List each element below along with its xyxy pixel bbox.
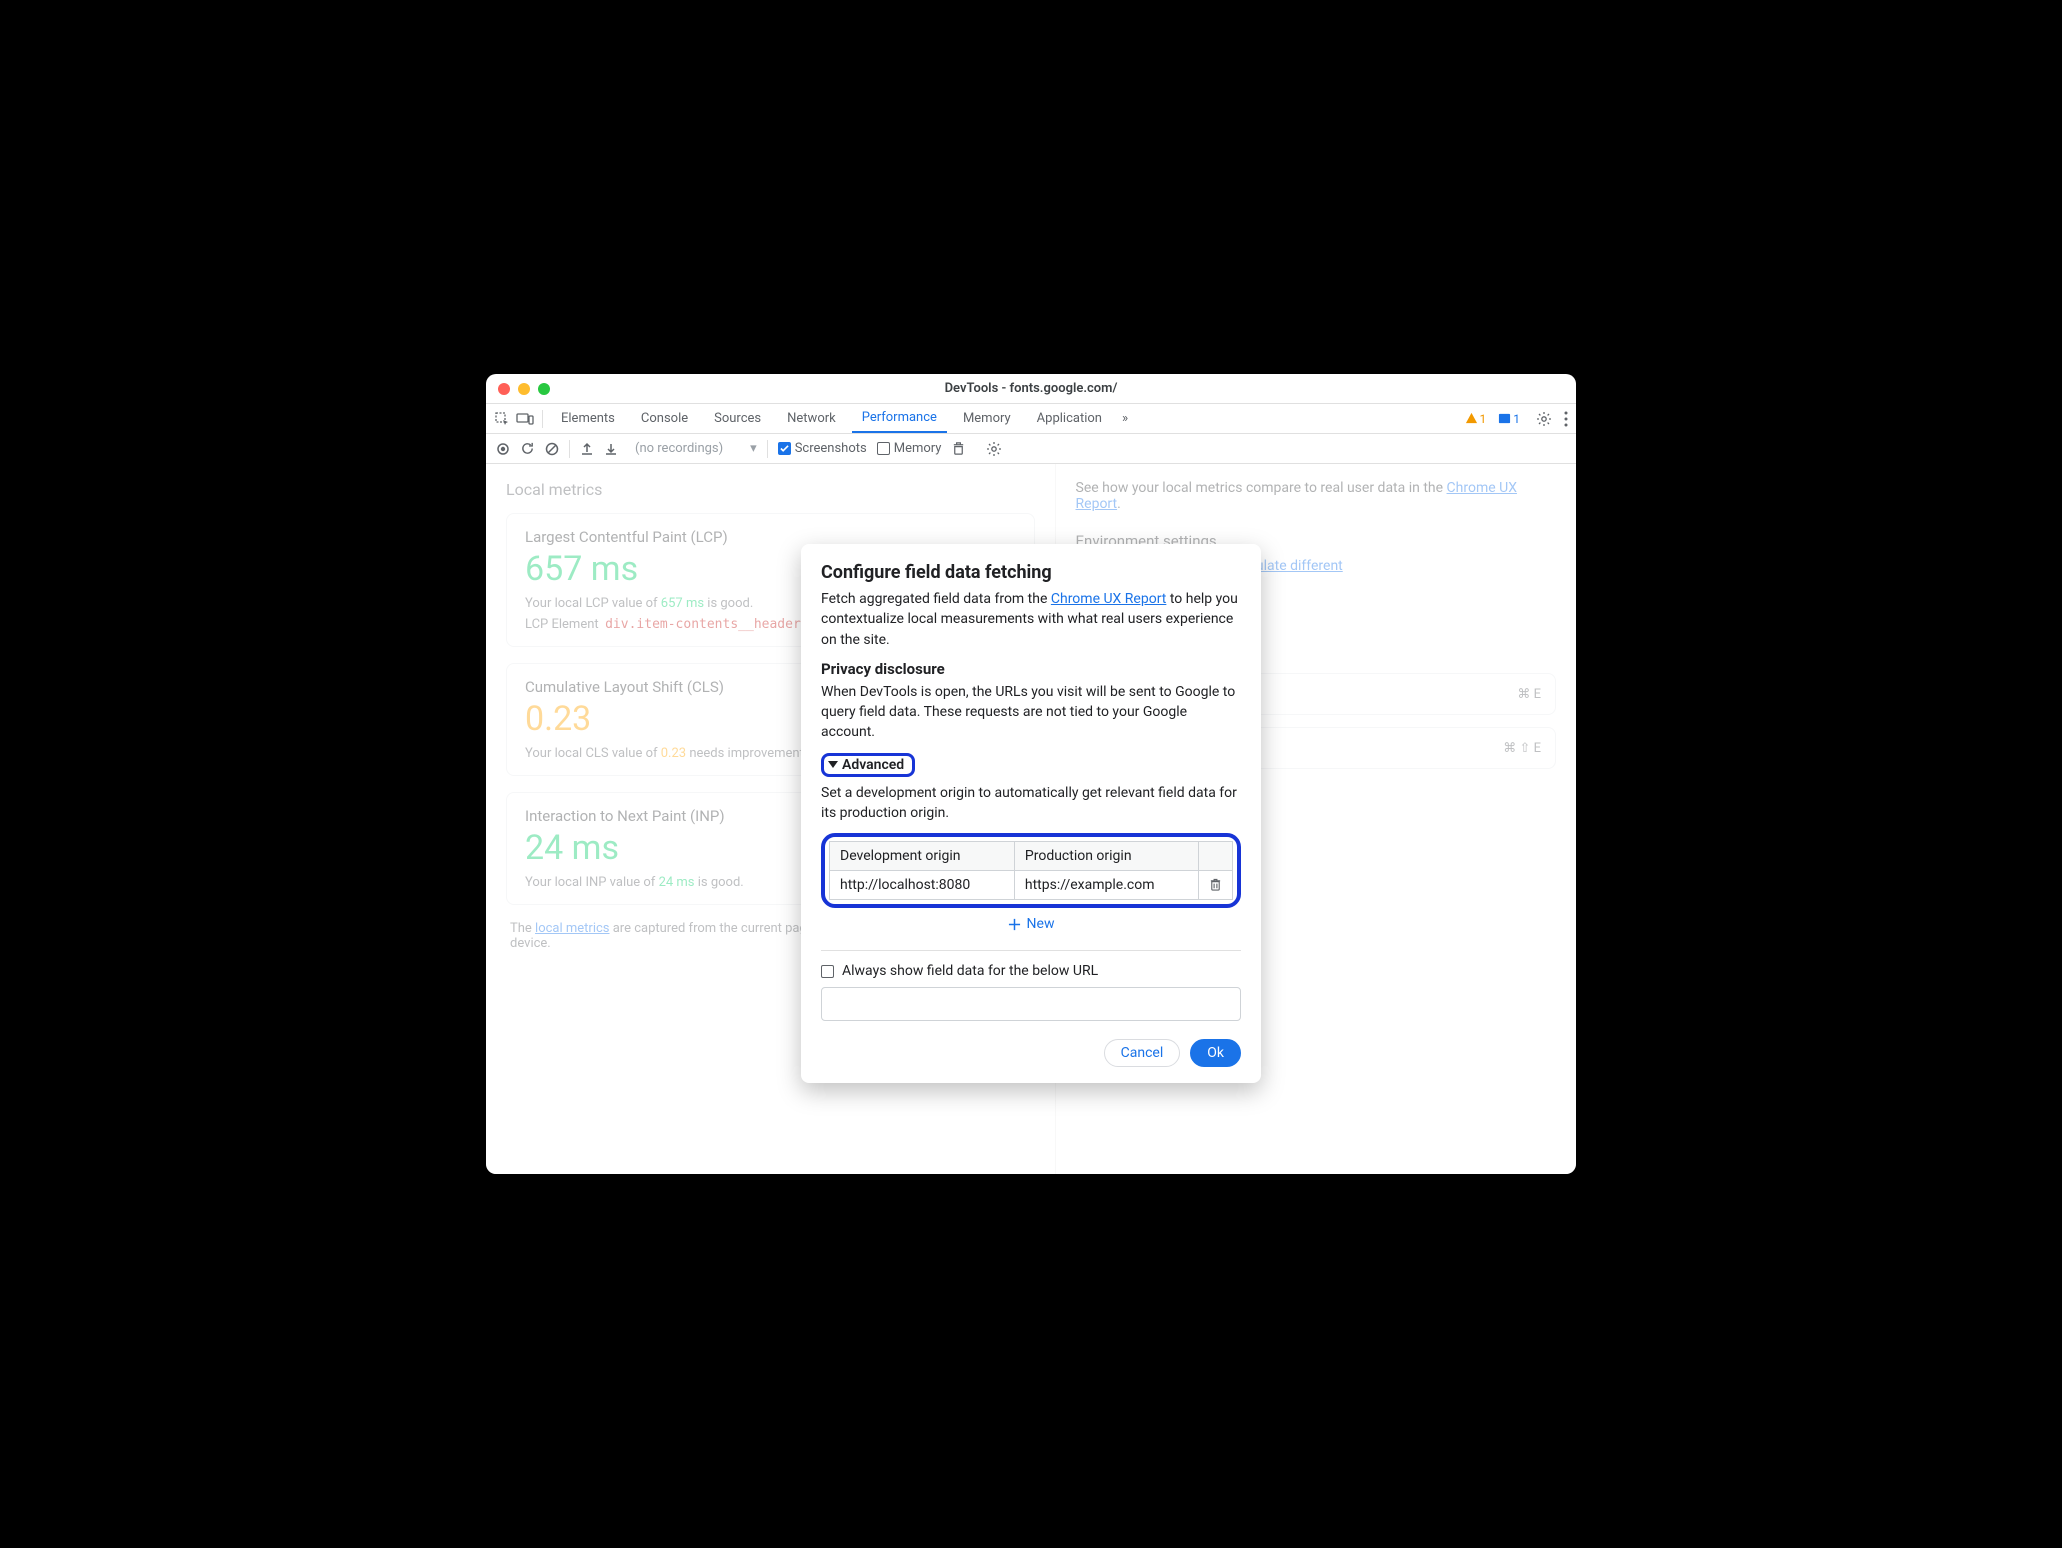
tab-performance[interactable]: Performance — [852, 404, 947, 433]
tab-console[interactable]: Console — [631, 404, 698, 433]
record-icon[interactable] — [496, 442, 510, 456]
dialog-actions: Cancel Ok — [821, 1039, 1241, 1067]
inspect-icon[interactable] — [494, 411, 510, 427]
kebab-icon[interactable] — [1564, 411, 1568, 427]
window-title: DevTools - fonts.google.com/ — [486, 381, 1576, 396]
table-row: http://localhost:8080 https://example.co… — [830, 871, 1233, 900]
modal-overlay: Configure field data fetching Fetch aggr… — [486, 464, 1576, 1174]
dev-origin-cell[interactable]: http://localhost:8080 — [830, 871, 1015, 900]
recordings-dropdown[interactable]: (no recordings) — [628, 438, 740, 459]
tabs-overflow[interactable]: » — [1118, 404, 1132, 433]
crux-link[interactable]: Chrome UX Report — [1051, 591, 1166, 607]
gear-icon[interactable] — [1536, 411, 1552, 427]
issues-count: 1 — [1513, 412, 1520, 426]
tab-application[interactable]: Application — [1027, 404, 1112, 433]
always-show-checkbox[interactable]: Always show field data for the below URL — [821, 963, 1241, 979]
clear-icon[interactable] — [545, 442, 559, 456]
origin-mapping-highlight: Development origin Production origin htt… — [821, 833, 1241, 908]
memory-checkbox[interactable]: Memory — [877, 441, 942, 456]
screenshots-checkbox[interactable]: Screenshots — [778, 441, 867, 456]
divider — [821, 950, 1241, 951]
privacy-text: When DevTools is open, the URLs you visi… — [821, 682, 1241, 743]
divider — [542, 410, 543, 428]
advanced-label: Advanced — [842, 757, 904, 773]
divider — [767, 440, 768, 458]
always-show-label: Always show field data for the below URL — [842, 963, 1098, 979]
privacy-heading: Privacy disclosure — [821, 660, 1241, 678]
delete-row-button[interactable] — [1199, 871, 1233, 900]
devtools-window: DevTools - fonts.google.com/ Elements Co… — [486, 374, 1576, 1174]
checkbox-icon — [877, 442, 890, 455]
tab-sources[interactable]: Sources — [704, 404, 771, 433]
col-actions — [1199, 842, 1233, 871]
divider — [569, 440, 570, 458]
col-prod-origin: Production origin — [1014, 842, 1198, 871]
reload-icon[interactable] — [520, 441, 535, 456]
dialog-title: Configure field data fetching — [821, 562, 1241, 583]
origin-mapping-table: Development origin Production origin htt… — [829, 841, 1233, 900]
warnings-count: 1 — [1480, 412, 1487, 426]
checkbox-checked-icon — [778, 442, 791, 455]
ok-button[interactable]: Ok — [1190, 1039, 1241, 1067]
prod-origin-cell[interactable]: https://example.com — [1014, 871, 1198, 900]
trash-icon — [1209, 878, 1222, 892]
issues-badge[interactable]: 1 — [1498, 412, 1520, 426]
override-url-input[interactable] — [821, 987, 1241, 1021]
col-dev-origin: Development origin — [830, 842, 1015, 871]
screenshots-label: Screenshots — [795, 441, 867, 456]
titlebar: DevTools - fonts.google.com/ — [486, 374, 1576, 404]
tab-network[interactable]: Network — [777, 404, 846, 433]
tab-elements[interactable]: Elements — [551, 404, 625, 433]
devtools-tabbar: Elements Console Sources Network Perform… — [486, 404, 1576, 434]
table-row: Development origin Production origin — [830, 842, 1233, 871]
performance-toolbar: (no recordings) ▾ Screenshots Memory — [486, 434, 1576, 464]
add-mapping-button[interactable]: New — [821, 908, 1241, 936]
warnings-badge[interactable]: 1 — [1465, 412, 1487, 426]
dialog-intro: Fetch aggregated field data from the Chr… — [821, 589, 1241, 650]
new-label: New — [1027, 916, 1055, 932]
checkbox-icon — [821, 965, 834, 978]
memory-label: Memory — [894, 441, 942, 456]
advanced-toggle[interactable]: Advanced — [821, 753, 915, 777]
disclosure-triangle-icon — [828, 761, 838, 768]
tab-memory[interactable]: Memory — [953, 404, 1021, 433]
device-toolbar-icon[interactable] — [516, 412, 534, 426]
upload-icon[interactable] — [580, 442, 594, 456]
cancel-button[interactable]: Cancel — [1104, 1039, 1181, 1067]
gear-icon[interactable] — [986, 441, 1002, 457]
plus-icon — [1008, 918, 1021, 931]
configure-field-data-dialog: Configure field data fetching Fetch aggr… — [801, 544, 1261, 1083]
download-icon[interactable] — [604, 442, 618, 456]
collect-garbage-icon[interactable] — [951, 441, 966, 456]
advanced-description: Set a development origin to automaticall… — [821, 783, 1241, 824]
performance-content: Local metrics Largest Contentful Paint (… — [486, 464, 1576, 1174]
